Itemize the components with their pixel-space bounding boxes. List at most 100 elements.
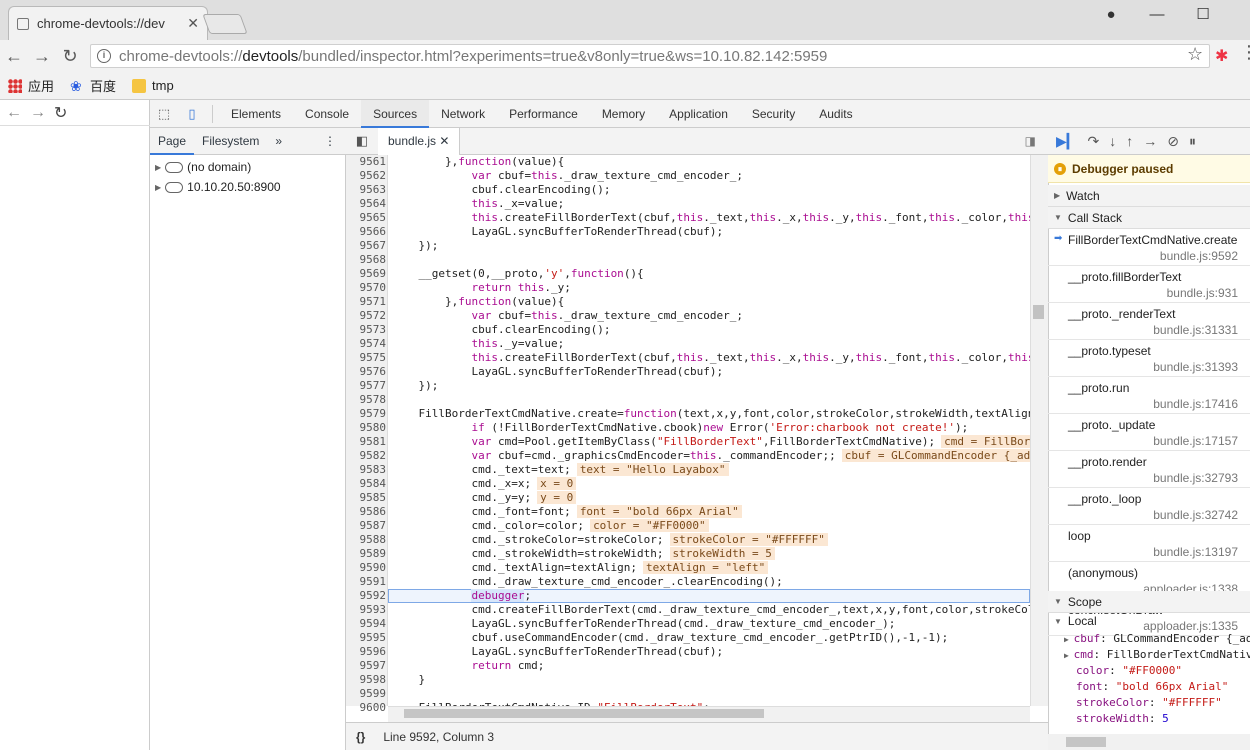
line-number[interactable]: 9565	[346, 211, 387, 225]
call-frame[interactable]: __proto.run bundle.js:17416	[1048, 377, 1250, 414]
close-tab-icon[interactable]: ✕	[187, 15, 199, 32]
frame-location[interactable]: bundle.js:32742	[1153, 508, 1238, 522]
line-number[interactable]: 9569	[346, 267, 387, 281]
scope-variable[interactable]: ▶ cbuf: GLCommandEncoder {_ad	[1064, 632, 1250, 645]
call-frame[interactable]: __proto._update bundle.js:17157	[1048, 414, 1250, 451]
line-number[interactable]: 9568	[346, 253, 387, 267]
frame-location[interactable]: apploader.js:1335	[1143, 619, 1238, 633]
step-into-icon[interactable]: ↓	[1109, 133, 1116, 149]
line-number[interactable]: 9583	[346, 463, 387, 477]
frame-location[interactable]: bundle.js:931	[1167, 286, 1238, 300]
line-number[interactable]: 9592	[346, 589, 387, 603]
address-bar[interactable]: i chrome-devtools://devtools/bundled/ins…	[90, 44, 1210, 68]
tab-sources[interactable]: Sources	[361, 99, 430, 128]
bookmark-baidu[interactable]: ❀ 百度	[70, 76, 116, 95]
back-icon[interactable]: ←	[0, 46, 28, 67]
tab-network[interactable]: Network	[429, 100, 497, 128]
line-number[interactable]: 9585	[346, 491, 387, 505]
line-number[interactable]: 9578	[346, 393, 387, 407]
line-number[interactable]: 9580	[346, 421, 387, 435]
tab-page[interactable]: Page	[150, 128, 195, 155]
call-frame[interactable]: __proto.typeset bundle.js:31393	[1048, 340, 1250, 377]
sidebar-scrollbar[interactable]	[1048, 734, 1250, 750]
info-icon[interactable]: i	[97, 49, 111, 63]
line-number[interactable]: 9600	[346, 701, 387, 715]
line-number[interactable]: 9586	[346, 505, 387, 519]
line-number[interactable]: 9599	[346, 687, 387, 701]
line-number[interactable]: 9588	[346, 533, 387, 547]
more-tabs-icon[interactable]: »	[267, 128, 290, 155]
line-number[interactable]: 9577	[346, 379, 387, 393]
line-number[interactable]: 9597	[346, 659, 387, 673]
line-number[interactable]: 9593	[346, 603, 387, 617]
scope-variable[interactable]: ▶ cmd: FillBorderTextCmdNativ	[1064, 648, 1250, 661]
device-toolbar-icon[interactable]: ▯	[178, 106, 206, 122]
scope-variable[interactable]: color: "#FF0000"	[1076, 664, 1182, 677]
line-number[interactable]: 9571	[346, 295, 387, 309]
line-number[interactable]: 9566	[346, 225, 387, 239]
line-number[interactable]: 9575	[346, 351, 387, 365]
scope-variable[interactable]: strokeWidth: 5	[1076, 712, 1169, 725]
vertical-scrollbar[interactable]	[1030, 155, 1048, 706]
profile-icon[interactable]: ●	[1088, 0, 1134, 28]
callstack-section[interactable]: ▼ Call Stack	[1048, 207, 1250, 229]
watch-section[interactable]: ▶ Watch	[1048, 185, 1250, 207]
close-file-icon[interactable]: ✕	[439, 134, 449, 148]
menu-icon[interactable]: ⋮	[1240, 42, 1250, 63]
frame-location[interactable]: bundle.js:31331	[1153, 323, 1238, 337]
line-number[interactable]: 9595	[346, 631, 387, 645]
reload-icon[interactable]: ↻	[56, 46, 84, 67]
line-number[interactable]: 9598	[346, 673, 387, 687]
sidebar-scroll-thumb[interactable]	[1066, 737, 1106, 747]
line-number[interactable]: 9591	[346, 575, 387, 589]
more-options-icon[interactable]: ⋮	[324, 134, 346, 148]
new-tab-button[interactable]	[202, 14, 248, 34]
call-frame[interactable]: __proto._loop bundle.js:32742	[1048, 488, 1250, 525]
line-number[interactable]: 9594	[346, 617, 387, 631]
bookmark-apps[interactable]: 应用	[8, 76, 54, 95]
line-number[interactable]: 9574	[346, 337, 387, 351]
deactivate-breakpoints-icon[interactable]: ⊘	[1167, 133, 1179, 150]
expand-icon[interactable]: ▶	[1064, 635, 1074, 644]
tab-elements[interactable]: Elements	[219, 100, 293, 128]
call-frame[interactable]: loop bundle.js:13197	[1048, 525, 1250, 562]
tree-item-no-domain[interactable]: ▶ (no domain)	[155, 160, 251, 174]
line-number[interactable]: 9567	[346, 239, 387, 253]
bookmark-tmp[interactable]: tmp	[132, 78, 174, 93]
line-number[interactable]: 9562	[346, 169, 387, 183]
pretty-print-button[interactable]: {}	[356, 730, 365, 744]
tree-item-host[interactable]: ▶ 10.10.20.50:8900	[155, 180, 281, 194]
tab-console[interactable]: Console	[293, 100, 361, 128]
extension-icon[interactable]: ✱	[1215, 46, 1228, 66]
vertical-scroll-thumb[interactable]	[1033, 305, 1044, 319]
minimize-button[interactable]: —	[1134, 0, 1180, 28]
browser-tab[interactable]: chrome-devtools://dev ✕	[8, 6, 208, 40]
tab-filesystem[interactable]: Filesystem	[194, 128, 267, 155]
toggle-debugger-icon[interactable]: ◨	[1025, 134, 1048, 148]
frame-location[interactable]: bundle.js:31393	[1153, 360, 1238, 374]
frame-location[interactable]: bundle.js:17157	[1153, 434, 1238, 448]
line-number[interactable]: 9572	[346, 309, 387, 323]
line-number[interactable]: 9581	[346, 435, 387, 449]
scope-local[interactable]: ▼ Local	[1054, 614, 1097, 628]
frame-location[interactable]: bundle.js:32793	[1153, 471, 1238, 485]
line-number[interactable]: 9589	[346, 547, 387, 561]
forward-icon[interactable]: →	[30, 104, 46, 122]
resume-icon[interactable]: ▶▎	[1056, 133, 1078, 150]
forward-icon[interactable]: →	[28, 46, 56, 67]
line-number[interactable]: 9561	[346, 155, 387, 169]
horizontal-scroll-thumb[interactable]	[404, 709, 764, 718]
frame-location[interactable]: bundle.js:9592	[1160, 249, 1238, 263]
line-number[interactable]: 9576	[346, 365, 387, 379]
scope-section[interactable]: ▼ Scope	[1048, 591, 1250, 613]
step-over-icon[interactable]: ↷	[1088, 133, 1100, 150]
reload-icon[interactable]: ↻	[54, 103, 67, 123]
tab-performance[interactable]: Performance	[497, 100, 590, 128]
line-number[interactable]: 9584	[346, 477, 387, 491]
line-number[interactable]: 9587	[346, 519, 387, 533]
tab-application[interactable]: Application	[657, 100, 740, 128]
expand-icon[interactable]: ▶	[1064, 651, 1074, 660]
file-tab-bundle[interactable]: bundle.js ✕	[378, 127, 461, 155]
inspect-element-icon[interactable]: ⬚	[150, 106, 178, 122]
tab-memory[interactable]: Memory	[590, 100, 657, 128]
